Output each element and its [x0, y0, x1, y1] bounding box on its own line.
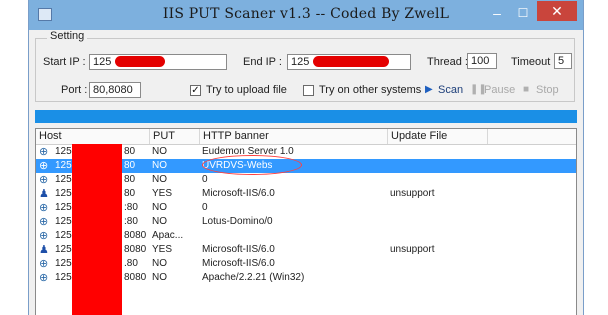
try-other-systems-label: Try on other systems: [319, 84, 422, 96]
cell-put: NO: [152, 202, 167, 213]
try-upload-label: Try to upload file: [206, 84, 287, 96]
cell-host-suffix: 80: [124, 146, 136, 157]
cell-http-banner: Lotus-Domino/0: [202, 216, 273, 227]
minimize-button[interactable]: –: [487, 6, 507, 22]
cell-http-banner: 0: [202, 174, 208, 185]
end-ip-label: End IP :: [243, 56, 282, 68]
cell-host-suffix: :80: [124, 202, 138, 213]
cell-host-prefix: 125: [55, 258, 72, 269]
cell-put: NO: [152, 146, 167, 157]
stop-icon: ■: [523, 84, 530, 95]
user-icon: ♟: [39, 188, 49, 200]
timeout-input[interactable]: 5: [554, 53, 572, 69]
cell-put: YES: [152, 188, 173, 199]
cell-put: NO: [152, 174, 167, 185]
cell-host-suffix: :80: [124, 216, 138, 227]
close-button[interactable]: ✕: [537, 1, 577, 21]
cell-host-prefix: 125: [55, 230, 72, 241]
start-ip-redaction: [115, 56, 165, 67]
scan-progress-bar: [35, 110, 577, 123]
column-header-update-file[interactable]: Update File: [388, 129, 488, 144]
port-label: Port :: [61, 84, 88, 96]
network-icon: ⊕: [39, 258, 49, 270]
network-icon: ⊕: [39, 146, 49, 158]
cell-host-prefix: 125: [55, 146, 72, 157]
setting-group-label: Setting: [47, 30, 88, 42]
highlight-circle: [202, 155, 302, 175]
timeout-label: Timeout :: [511, 56, 557, 68]
cell-host-prefix: 125: [55, 174, 72, 185]
app-window: IIS PUT Scaner v1.3 -- Coded By ZwelL – …: [28, 0, 584, 315]
title-bar[interactable]: IIS PUT Scaner v1.3 -- Coded By ZwelL – …: [29, 0, 583, 30]
network-icon: ⊕: [39, 160, 49, 172]
network-icon: ⊕: [39, 216, 49, 228]
cell-host-suffix: 80: [124, 160, 136, 171]
cell-host-suffix: 80: [124, 188, 136, 199]
thread-label: Thread :: [427, 56, 468, 68]
network-icon: ⊕: [39, 272, 49, 284]
cell-host-prefix: 125: [55, 272, 72, 283]
column-header-http-banner[interactable]: HTTP banner: [200, 129, 388, 144]
cell-host-prefix: 125: [55, 160, 72, 171]
stop-button[interactable]: Stop: [536, 84, 559, 96]
scan-button[interactable]: Scan: [438, 84, 463, 96]
cell-update-file: unsupport: [390, 188, 435, 199]
cell-host-suffix: 8080: [124, 230, 147, 241]
try-upload-checkbox[interactable]: ✓: [190, 85, 201, 96]
column-header-empty: [488, 129, 576, 144]
cell-host-prefix: 125: [55, 216, 72, 227]
cell-http-banner: 0: [202, 202, 208, 213]
start-ip-label: Start IP :: [43, 56, 86, 68]
cell-http-banner: Microsoft-IIS/6.0: [202, 244, 275, 255]
results-table[interactable]: Host PUT HTTP banner Update File ⊕ 125 80 N…: [35, 128, 577, 315]
cell-host-suffix: 80: [124, 174, 136, 185]
column-header-put[interactable]: PUT: [150, 129, 200, 144]
end-ip-redaction: [313, 56, 389, 67]
cell-update-file: unsupport: [390, 244, 435, 255]
scan-play-icon[interactable]: ▶: [425, 84, 433, 95]
cell-put: NO: [152, 216, 167, 227]
cell-put: YES: [152, 244, 173, 255]
cell-host-suffix: 8080: [124, 272, 147, 283]
cell-host-prefix: 125: [55, 202, 72, 213]
maximize-button[interactable]: ☐: [513, 5, 533, 21]
cell-http-banner: Apache/2.2.21 (Win32): [202, 272, 305, 283]
cell-http-banner: Microsoft-IIS/6.0: [202, 258, 275, 269]
pause-button[interactable]: Pause: [484, 84, 515, 96]
network-icon: ⊕: [39, 174, 49, 186]
cell-http-banner: Microsoft-IIS/6.0: [202, 188, 275, 199]
cell-put: Apac...: [152, 230, 184, 241]
port-input[interactable]: 80,8080: [89, 82, 141, 98]
cell-host-prefix: 125: [55, 244, 72, 255]
host-redaction: [72, 144, 122, 315]
cell-host-prefix: 125: [55, 188, 72, 199]
cell-put: NO: [152, 258, 167, 269]
cell-put: NO: [152, 272, 167, 283]
column-header-host[interactable]: Host: [36, 129, 150, 144]
cell-host-suffix: .80: [124, 258, 138, 269]
network-icon: ⊕: [39, 202, 49, 214]
table-header: Host PUT HTTP banner Update File: [36, 129, 576, 145]
thread-input[interactable]: 100: [467, 53, 497, 69]
cell-put: NO: [152, 160, 167, 171]
user-icon: ♟: [39, 244, 49, 256]
cell-host-suffix: 8080: [124, 244, 147, 255]
network-icon: ⊕: [39, 230, 49, 242]
try-other-systems-checkbox[interactable]: [303, 85, 314, 96]
